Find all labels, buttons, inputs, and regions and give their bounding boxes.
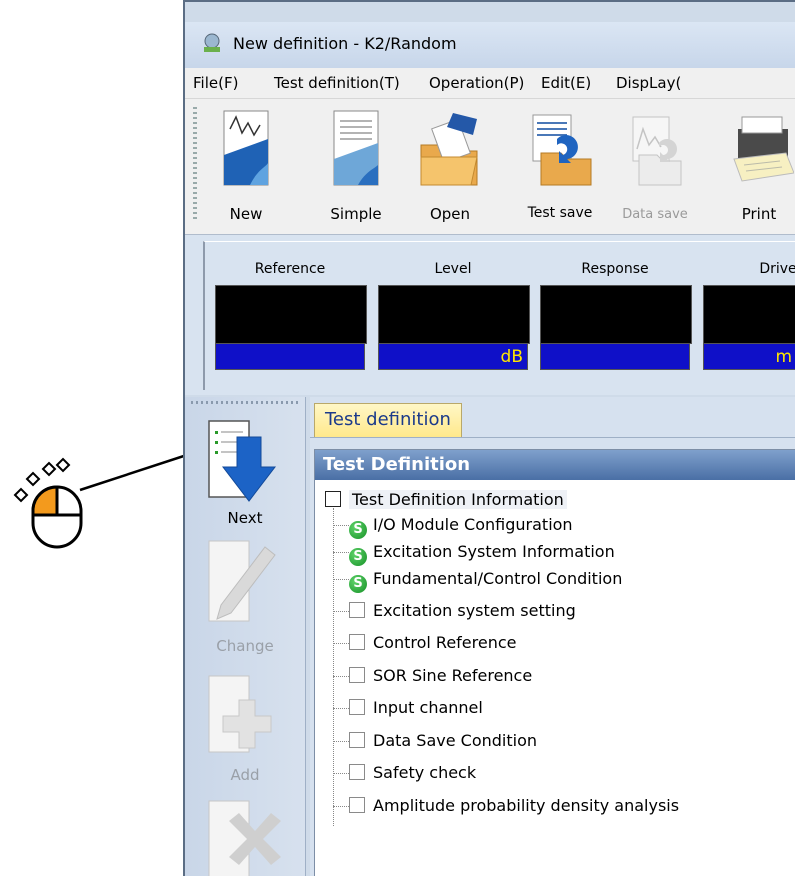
menu-edit[interactable]: Edit(E) [541,74,591,92]
new-button[interactable]: New [211,105,281,227]
change-button[interactable]: Change [185,537,305,657]
test-save-button[interactable]: Test save [515,105,605,227]
title-bar[interactable]: New definition - K2/Random [185,22,795,68]
tree-item-amplitude-probability[interactable]: Amplitude probability density analysis [333,793,679,819]
reference-meter-unit [215,343,365,370]
tree-item-label: Input channel [373,698,483,717]
item-checkbox[interactable] [349,634,365,650]
reference-meter-label: Reference [254,261,326,277]
level-meter-display [378,285,530,344]
level-meter-label: Level [434,261,472,277]
response-meter-unit [540,343,690,370]
menu-display[interactable]: DispLay( [616,74,681,92]
test-save-label: Test save [527,205,593,221]
status-s-icon: S [349,521,367,539]
item-checkbox[interactable] [349,699,365,715]
drive-meter-label: Drive [759,261,795,277]
app-icon [204,33,220,52]
data-save-label: Data save [622,207,688,222]
tree-item-data-save[interactable]: Data Save Condition [333,728,537,754]
tree-item-control-reference[interactable]: Control Reference [333,630,517,656]
next-arrow-icon [208,420,277,502]
item-checkbox[interactable] [349,797,365,813]
new-document-icon [223,110,269,186]
tree-root-label: Test Definition Information [349,490,567,509]
menu-file[interactable]: File(F) [193,74,238,92]
change-label: Change [216,637,274,655]
window-title: New definition - K2/Random [233,34,457,53]
delete-x-icon [208,800,281,876]
action-sidebar: Next Change Add [185,397,306,876]
simple-label: Simple [330,205,382,223]
tree-item-label: Fundamental/Control Condition [373,569,623,588]
drive-meter-unit: m [703,343,795,370]
application-window: New definition - K2/Random File(F) Test … [183,0,795,876]
toolbar: New Simple Open Test save Data save Prin… [185,99,795,235]
panel-header: Test Definition [315,450,795,480]
new-label: New [229,205,263,223]
tree-item-excitation-info[interactable]: S Excitation System Information [333,539,615,566]
menu-bar: File(F) Test definition(T) Operation(P) … [185,68,795,99]
tree-item-excitation-setting[interactable]: Excitation system setting [333,598,576,624]
add-label: Add [230,766,260,784]
tree-root[interactable]: Test Definition Information [325,488,567,512]
tree-item-label: Control Reference [373,633,517,652]
tab-test-definition[interactable]: Test definition [314,403,462,438]
item-checkbox[interactable] [349,764,365,780]
next-label: Next [227,509,263,527]
status-s-icon: S [349,575,367,593]
test-save-icon [532,114,592,186]
add-button[interactable]: Add [185,672,305,787]
delete-button[interactable] [185,797,305,876]
item-checkbox[interactable] [349,667,365,683]
print-button[interactable]: Print [721,105,795,227]
response-meter-display [540,285,692,344]
tree-item-safety-check[interactable]: Safety check [333,760,476,786]
tree-item-io-module[interactable]: S I/O Module Configuration [333,512,573,539]
tree-item-fundamental-control[interactable]: S Fundamental/Control Condition [333,566,623,593]
reference-meter-display [215,285,367,344]
tree-item-label: Safety check [373,763,477,782]
test-definition-panel: Test Definition Test Definition Informat… [314,449,795,876]
tree-item-input-channel[interactable]: Input channel [333,695,483,721]
toolbar-grip[interactable] [193,107,197,222]
item-checkbox[interactable] [349,602,365,618]
printer-icon [733,116,794,182]
data-save-icon [632,116,682,186]
tree-item-label: Excitation System Information [373,542,615,561]
tree-item-label: Excitation system setting [373,601,576,620]
tree-item-label: SOR Sine Reference [373,666,533,685]
item-checkbox[interactable] [349,732,365,748]
response-meter-label: Response [581,261,649,277]
tree-item-sor-sine[interactable]: SOR Sine Reference [333,663,532,689]
drive-meter-display [703,285,795,344]
data-save-button[interactable]: Data save [615,105,695,227]
menu-operation[interactable]: Operation(P) [429,74,524,92]
open-folder-icon [420,113,478,186]
tree-item-label: I/O Module Configuration [373,515,573,534]
simple-document-icon [333,110,379,186]
level-meter-unit: dB [378,343,528,370]
tree-item-label: Amplitude probability density analysis [373,796,680,815]
tree-item-label: Data Save Condition [373,731,537,750]
menu-test-definition[interactable]: Test definition(T) [274,74,400,92]
root-checkbox[interactable] [325,491,341,507]
add-plus-icon [208,675,272,753]
open-button[interactable]: Open [415,105,485,227]
meter-panel: Reference Level dB Response Drive m [185,234,795,395]
next-button[interactable]: Next [185,417,305,527]
simple-button[interactable]: Simple [321,105,391,227]
print-label: Print [741,205,777,223]
open-label: Open [429,205,471,223]
main-content: Test definition Test Definition Test Def… [310,397,795,876]
change-pencil-icon [208,540,276,622]
status-s-icon: S [349,548,367,566]
